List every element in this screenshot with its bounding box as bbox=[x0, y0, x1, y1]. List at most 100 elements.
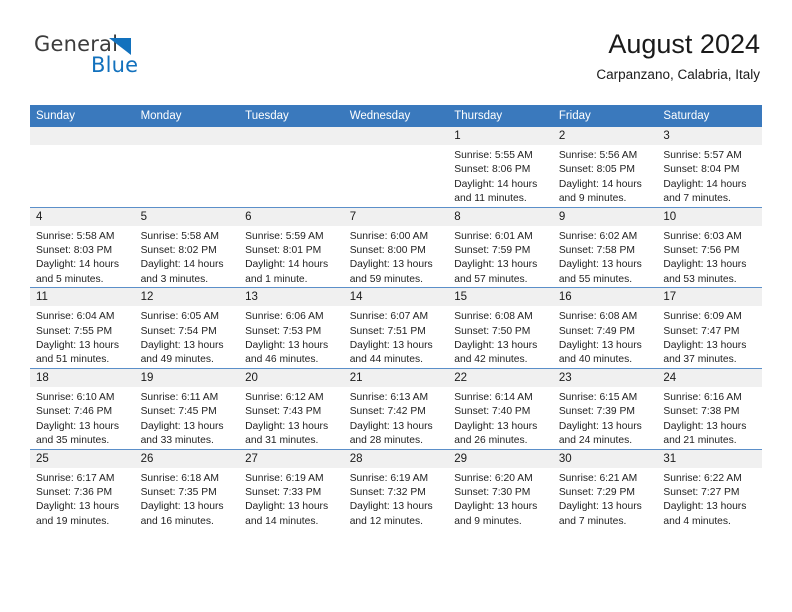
daylight-text-line1: Daylight: 14 hours bbox=[454, 178, 538, 190]
sunset-text: Sunset: 7:49 PM bbox=[558, 325, 635, 337]
weekday-header-sunday: Sunday bbox=[30, 105, 135, 127]
day-details: Sunrise: 6:22 AM Sunset: 7:27 PM Daylight:… bbox=[657, 468, 762, 530]
sunset-text: Sunset: 7:53 PM bbox=[245, 325, 322, 337]
day-details: Sunrise: 6:10 AM Sunset: 7:46 PM Daylight:… bbox=[30, 387, 135, 449]
day-number: 15 bbox=[448, 288, 553, 307]
daylight-text-line2: and 53 minutes. bbox=[663, 273, 737, 285]
daylight-text-line2: and 7 minutes. bbox=[663, 193, 731, 205]
calendar-day-cell[interactable]: 19 Sunrise: 6:11 AM Sunset: 7:45 PM Dayligh… bbox=[134, 367, 240, 449]
day-number: 21 bbox=[343, 368, 449, 387]
calendar-page: General Blue August 2024 Carpanzano, Cal… bbox=[0, 0, 792, 612]
weekday-header-tuesday: Tuesday bbox=[239, 105, 344, 127]
sunrise-text: Sunrise: 6:14 AM bbox=[454, 391, 533, 403]
sunrise-text: Sunrise: 6:17 AM bbox=[36, 472, 115, 484]
daylight-text-line2: and 14 minutes. bbox=[245, 515, 319, 527]
calendar-day-cell[interactable]: 2 Sunrise: 5:56 AM Sunset: 8:05 PM Daylight… bbox=[552, 127, 658, 208]
day-number: 26 bbox=[134, 449, 240, 468]
day-number: 2 bbox=[552, 127, 658, 145]
calendar-day-cell[interactable]: 28 Sunrise: 6:19 AM Sunset: 7:32 PM Dayligh… bbox=[343, 448, 449, 530]
page-title: August 2024 bbox=[608, 29, 760, 59]
sunset-text: Sunset: 8:03 PM bbox=[36, 245, 113, 257]
day-number: 22 bbox=[448, 368, 553, 387]
daylight-text-line1: Daylight: 13 hours bbox=[36, 501, 119, 513]
calendar-day-cell[interactable]: 26 Sunrise: 6:18 AM Sunset: 7:35 PM Dayligh… bbox=[134, 448, 240, 530]
calendar-day-cell[interactable]: 16 Sunrise: 6:08 AM Sunset: 7:49 PM Dayligh… bbox=[552, 287, 658, 369]
daylight-text-line2: and 24 minutes. bbox=[558, 435, 633, 447]
calendar-day-cell[interactable]: 3 Sunrise: 5:57 AM Sunset: 8:04 PM Daylight… bbox=[657, 127, 762, 208]
calendar-day-cell[interactable]: 20 Sunrise: 6:12 AM Sunset: 7:43 PM Dayligh… bbox=[239, 367, 344, 449]
daylight-text-line2: and 5 minutes. bbox=[36, 273, 104, 285]
calendar-day-cell[interactable]: 10 Sunrise: 6:03 AM Sunset: 7:56 PM Dayligh… bbox=[657, 206, 762, 288]
day-details: Sunrise: 5:55 AM Sunset: 8:06 PM Daylight:… bbox=[448, 145, 553, 207]
daylight-text-line1: Daylight: 13 hours bbox=[349, 420, 433, 432]
calendar-day-cell[interactable]: 8 Sunrise: 6:01 AM Sunset: 7:59 PM Daylight… bbox=[448, 206, 553, 288]
daylight-text-line1: Daylight: 13 hours bbox=[663, 340, 747, 352]
day-number: 30 bbox=[552, 449, 658, 468]
day-details: Sunrise: 5:58 AM Sunset: 8:03 PM Daylight:… bbox=[30, 226, 135, 288]
daylight-text-line2: and 40 minutes. bbox=[558, 354, 633, 366]
sunrise-text: Sunrise: 5:58 AM bbox=[140, 230, 219, 242]
calendar-day-cell[interactable]: 13 Sunrise: 6:06 AM Sunset: 7:53 PM Dayligh… bbox=[239, 287, 344, 369]
calendar-day-cell[interactable]: 17 Sunrise: 6:09 AM Sunset: 7:47 PM Dayligh… bbox=[657, 287, 762, 369]
daylight-text-line1: Daylight: 13 hours bbox=[349, 259, 433, 271]
calendar-day-cell[interactable]: 22 Sunrise: 6:14 AM Sunset: 7:40 PM Dayligh… bbox=[448, 367, 553, 449]
day-details: Sunrise: 6:12 AM Sunset: 7:43 PM Daylight:… bbox=[239, 387, 344, 449]
sunrise-text: Sunrise: 6:09 AM bbox=[663, 311, 742, 323]
day-number: 7 bbox=[343, 207, 449, 226]
calendar-day-cell[interactable]: 4 Sunrise: 5:58 AM Sunset: 8:03 PM Daylight… bbox=[30, 206, 135, 288]
calendar-day-cell[interactable]: 9 Sunrise: 6:02 AM Sunset: 7:58 PM Daylight… bbox=[552, 206, 658, 288]
day-details bbox=[239, 145, 344, 149]
sunrise-text: Sunrise: 6:03 AM bbox=[663, 230, 742, 242]
day-number bbox=[134, 127, 240, 145]
daylight-text-line2: and 57 minutes. bbox=[454, 273, 528, 285]
calendar-week-row: 1 Sunrise: 5:55 AM Sunset: 8:06 PM Daylight… bbox=[30, 127, 762, 208]
daylight-text-line1: Daylight: 13 hours bbox=[454, 420, 538, 432]
day-details: Sunrise: 6:14 AM Sunset: 7:40 PM Daylight:… bbox=[448, 387, 553, 449]
daylight-text-line2: and 3 minutes. bbox=[140, 273, 209, 285]
sunrise-text: Sunrise: 5:59 AM bbox=[245, 230, 324, 242]
daylight-text-line1: Daylight: 13 hours bbox=[140, 501, 224, 513]
calendar-day-cell[interactable]: 25 Sunrise: 6:17 AM Sunset: 7:36 PM Dayligh… bbox=[30, 448, 135, 530]
page-subtitle: Carpanzano, Calabria, Italy bbox=[596, 67, 760, 82]
calendar-day-cell[interactable]: 31 Sunrise: 6:22 AM Sunset: 7:27 PM Dayligh… bbox=[657, 448, 762, 530]
calendar-day-cell[interactable]: 24 Sunrise: 6:16 AM Sunset: 7:38 PM Dayligh… bbox=[657, 367, 762, 449]
weekday-header-saturday: Saturday bbox=[657, 105, 762, 127]
day-number: 3 bbox=[657, 127, 762, 145]
calendar-day-cell[interactable]: 1 Sunrise: 5:55 AM Sunset: 8:06 PM Daylight… bbox=[448, 127, 553, 208]
sunrise-text: Sunrise: 5:56 AM bbox=[558, 150, 638, 161]
sunrise-text: Sunrise: 5:55 AM bbox=[454, 150, 533, 161]
calendar-day-cell[interactable]: 7 Sunrise: 6:00 AM Sunset: 8:00 PM Daylight… bbox=[343, 206, 449, 288]
calendar-day-cell[interactable]: 18 Sunrise: 6:10 AM Sunset: 7:46 PM Dayligh… bbox=[30, 367, 135, 449]
calendar-day-cell[interactable]: 27 Sunrise: 6:19 AM Sunset: 7:33 PM Dayligh… bbox=[239, 448, 344, 530]
calendar-day-cell[interactable]: 11 Sunrise: 6:04 AM Sunset: 7:55 PM Dayligh… bbox=[30, 287, 135, 369]
calendar-day-cell[interactable]: 6 Sunrise: 5:59 AM Sunset: 8:01 PM Daylight… bbox=[239, 206, 344, 288]
calendar-day-cell[interactable]: 23 Sunrise: 6:15 AM Sunset: 7:39 PM Dayligh… bbox=[552, 367, 658, 449]
sunrise-text: Sunrise: 6:22 AM bbox=[663, 472, 742, 484]
day-number: 8 bbox=[448, 207, 553, 226]
calendar-day-cell[interactable]: 21 Sunrise: 6:13 AM Sunset: 7:42 PM Dayligh… bbox=[343, 367, 449, 449]
sunrise-text: Sunrise: 6:21 AM bbox=[558, 472, 638, 484]
calendar-day-cell[interactable]: 15 Sunrise: 6:08 AM Sunset: 7:50 PM Dayligh… bbox=[448, 287, 553, 369]
calendar-week-row: 18 Sunrise: 6:10 AM Sunset: 7:46 PM Dayligh… bbox=[30, 367, 762, 449]
sunset-text: Sunset: 8:02 PM bbox=[140, 245, 217, 257]
title-block: August 2024 Carpanzano, Calabria, Italy bbox=[596, 28, 760, 83]
calendar-day-cell[interactable]: 12 Sunrise: 6:05 AM Sunset: 7:54 PM Dayligh… bbox=[134, 287, 240, 369]
day-details: Sunrise: 6:15 AM Sunset: 7:39 PM Daylight:… bbox=[553, 387, 658, 449]
sunrise-text: Sunrise: 6:07 AM bbox=[349, 311, 429, 323]
daylight-text-line1: Daylight: 13 hours bbox=[663, 420, 747, 432]
daylight-text-line2: and 33 minutes. bbox=[140, 435, 214, 447]
calendar-day-cell[interactable]: 30 Sunrise: 6:21 AM Sunset: 7:29 PM Dayligh… bbox=[552, 448, 658, 530]
calendar-day-cell[interactable]: 29 Sunrise: 6:20 AM Sunset: 7:30 PM Dayligh… bbox=[448, 448, 553, 530]
daylight-text-line2: and 49 minutes. bbox=[140, 354, 214, 366]
calendar-body: 1 Sunrise: 5:55 AM Sunset: 8:06 PM Daylight… bbox=[30, 127, 762, 530]
day-details: Sunrise: 6:21 AM Sunset: 7:29 PM Daylight:… bbox=[553, 468, 658, 530]
day-details: Sunrise: 6:20 AM Sunset: 7:30 PM Daylight:… bbox=[448, 468, 553, 530]
daylight-text-line2: and 4 minutes. bbox=[663, 515, 731, 527]
calendar-day-cell[interactable]: 5 Sunrise: 5:58 AM Sunset: 8:02 PM Daylight… bbox=[134, 206, 240, 288]
day-details: Sunrise: 6:18 AM Sunset: 7:35 PM Daylight:… bbox=[135, 468, 240, 530]
calendar-day-cell[interactable]: 14 Sunrise: 6:07 AM Sunset: 7:51 PM Dayligh… bbox=[343, 287, 449, 369]
sunrise-text: Sunrise: 6:06 AM bbox=[245, 311, 324, 323]
day-details: Sunrise: 6:19 AM Sunset: 7:33 PM Daylight:… bbox=[239, 468, 344, 530]
brand-logo[interactable]: General Blue bbox=[34, 32, 234, 82]
day-details: Sunrise: 6:19 AM Sunset: 7:32 PM Daylight:… bbox=[344, 468, 449, 530]
